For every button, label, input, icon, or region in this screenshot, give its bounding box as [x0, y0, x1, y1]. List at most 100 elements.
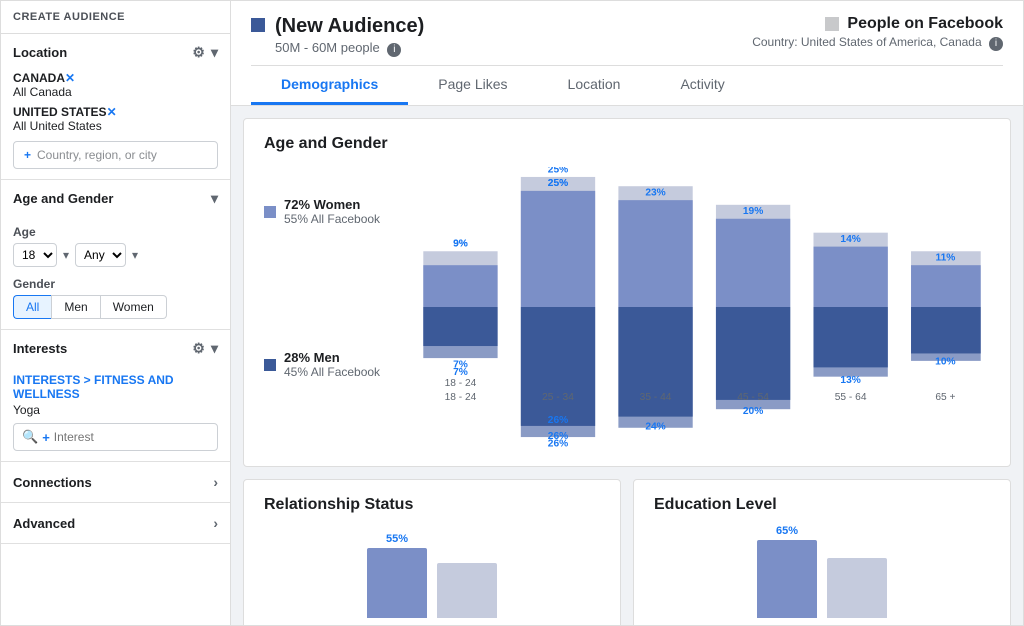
gender-women-button[interactable]: Women [101, 295, 167, 319]
sidebar-header: Create Audience [1, 1, 230, 34]
age-gender-label: Age and Gender [13, 191, 113, 206]
location-label: Location [13, 45, 67, 60]
chevron-right-icon: › [213, 515, 218, 531]
us-remove-button[interactable]: ✕ [107, 105, 117, 119]
tab-page-likes[interactable]: Page Likes [408, 66, 537, 105]
sidebar: Create Audience Location ⚙ ▾ CANADA✕ All… [1, 1, 231, 625]
chevron-down-icon: ▾ [211, 190, 218, 207]
interest-path-link[interactable]: INTERESTS > FITNESS AND WELLNESS [13, 373, 218, 401]
interests-icons: ⚙ ▾ [192, 340, 218, 357]
age-gender-bars: 9% 7% 18 - 24 25% 25% [414, 167, 990, 450]
charts-area: Age and Gender 72% Women 55% All Faceboo… [231, 106, 1023, 625]
age-range-separator: ▾ [63, 248, 69, 262]
sidebar-section-interests: Interests ⚙ ▾ INTERESTS > FITNESS AND WE… [1, 330, 230, 462]
svg-text:35 - 44: 35 - 44 [640, 392, 672, 403]
main-content: (New Audience) 50M - 60M people i People… [231, 1, 1023, 625]
plus-icon: + [42, 430, 50, 445]
sidebar-section-advanced: Advanced › [1, 503, 230, 544]
svg-text:55 - 64: 55 - 64 [835, 392, 867, 403]
bar-men-2 [521, 307, 595, 426]
bar-women-pct-2: 25% [548, 167, 568, 175]
svg-text:26%: 26% [548, 438, 568, 447]
interests-section-header[interactable]: Interests ⚙ ▾ [1, 330, 230, 367]
men-fb-label: 45% All Facebook [284, 365, 380, 379]
settings-icon: ⚙ [192, 340, 205, 357]
women-color-indicator [264, 206, 276, 218]
age-gender-chart-title: Age and Gender [264, 135, 990, 153]
chevron-down-icon: ▾ [211, 340, 218, 357]
svg-text:23%: 23% [645, 188, 665, 199]
bar-women-6 [911, 265, 981, 307]
bar-men-pct-2b: 26% [548, 415, 568, 426]
tab-activity[interactable]: Activity [650, 66, 754, 105]
audience-info: (New Audience) 50M - 60M people i [275, 15, 424, 57]
relationship-bars: 55% [264, 528, 600, 618]
audience-header: (New Audience) 50M - 60M people i People… [231, 1, 1023, 106]
audience-count-text: 50M - 60M people [275, 40, 380, 55]
men-legend: 28% Men 45% All Facebook [264, 350, 394, 379]
canada-remove-button[interactable]: ✕ [65, 71, 75, 85]
us-tag-name: UNITED STATES [13, 105, 107, 119]
bar-men-4 [716, 307, 790, 400]
info-icon[interactable]: i [989, 37, 1003, 51]
svg-text:65 +: 65 + [935, 392, 955, 403]
age-gender-content: Age 18 21 25 ▾ Any 24 34 ▾ Gender [1, 217, 230, 329]
svg-text:10%: 10% [935, 357, 955, 368]
search-icon: 🔍 [22, 429, 38, 445]
svg-text:24%: 24% [645, 422, 665, 433]
bar-women-2 [521, 191, 595, 307]
chart-legends: 72% Women 55% All Facebook 28% Men 45% A… [264, 167, 394, 379]
women-legend-text: 72% Women 55% All Facebook [284, 197, 380, 226]
us-sub: All United States [13, 119, 218, 133]
advanced-label: Advanced [13, 516, 75, 531]
location-section-header[interactable]: Location ⚙ ▾ [1, 34, 230, 71]
location-tag-us: UNITED STATES✕ All United States [13, 101, 218, 133]
tab-demographics[interactable]: Demographics [251, 66, 408, 105]
interest-input-row[interactable]: 🔍 + [13, 423, 218, 451]
rel-audience-bar [367, 548, 427, 618]
sidebar-section-connections: Connections › [1, 462, 230, 503]
gender-men-button[interactable]: Men [51, 295, 100, 319]
edu-bar-pct: 65% [776, 525, 798, 537]
svg-text:18 - 24: 18 - 24 [445, 392, 477, 403]
interest-input[interactable] [54, 430, 209, 444]
svg-text:14%: 14% [840, 234, 860, 245]
tab-location[interactable]: Location [538, 66, 651, 105]
age-row: 18 21 25 ▾ Any 24 34 ▾ [13, 243, 218, 267]
age-from-select[interactable]: 18 21 25 [13, 243, 57, 267]
canada-sub: All Canada [13, 85, 218, 99]
location-content: CANADA✕ All Canada UNITED STATES✕ All Un… [1, 71, 230, 179]
connections-section-header[interactable]: Connections › [1, 462, 230, 502]
bar-age-label-1: 18 - 24 [445, 378, 477, 389]
edu-facebook-bar [827, 558, 887, 618]
location-placeholder: Country, region, or city [37, 148, 157, 162]
bottom-charts-row: Relationship Status 55% Education Level [243, 479, 1011, 625]
people-country: Country: United States of America, Canad… [752, 35, 1003, 51]
bar-men-6 [911, 307, 981, 353]
rel-bg-bar-group [437, 538, 497, 618]
bar-women-1 [423, 265, 497, 307]
relationship-title: Relationship Status [264, 496, 600, 514]
bar-women-5 [813, 247, 887, 307]
location-input[interactable]: + Country, region, or city [13, 141, 218, 169]
sidebar-section-location: Location ⚙ ▾ CANADA✕ All Canada [1, 34, 230, 180]
education-level-card: Education Level 65% [633, 479, 1011, 625]
bar-men-5 [813, 307, 887, 367]
audience-header-top: (New Audience) 50M - 60M people i People… [251, 15, 1003, 57]
gender-all-button[interactable]: All [13, 295, 51, 319]
audience-title: (New Audience) [275, 15, 424, 38]
edu-bg-bar-group [827, 538, 887, 618]
men-legend-text: 28% Men 45% All Facebook [284, 350, 380, 379]
age-to-select[interactable]: Any 24 34 [75, 243, 126, 267]
svg-text:11%: 11% [935, 253, 955, 264]
age-gender-icons: ▾ [211, 190, 218, 207]
people-country-text: Country: United States of America, Canad… [752, 35, 981, 49]
info-icon[interactable]: i [387, 43, 401, 57]
chevron-down-icon: ▾ [211, 44, 218, 61]
plus-icon: + [24, 148, 31, 162]
advanced-section-header[interactable]: Advanced › [1, 503, 230, 543]
people-on-facebook-section: People on Facebook Country: United State… [752, 15, 1003, 51]
age-gender-section-header[interactable]: Age and Gender ▾ [1, 180, 230, 217]
location-tags: CANADA✕ All Canada UNITED STATES✕ All Un… [13, 71, 218, 133]
audience-count: 50M - 60M people i [275, 40, 424, 57]
